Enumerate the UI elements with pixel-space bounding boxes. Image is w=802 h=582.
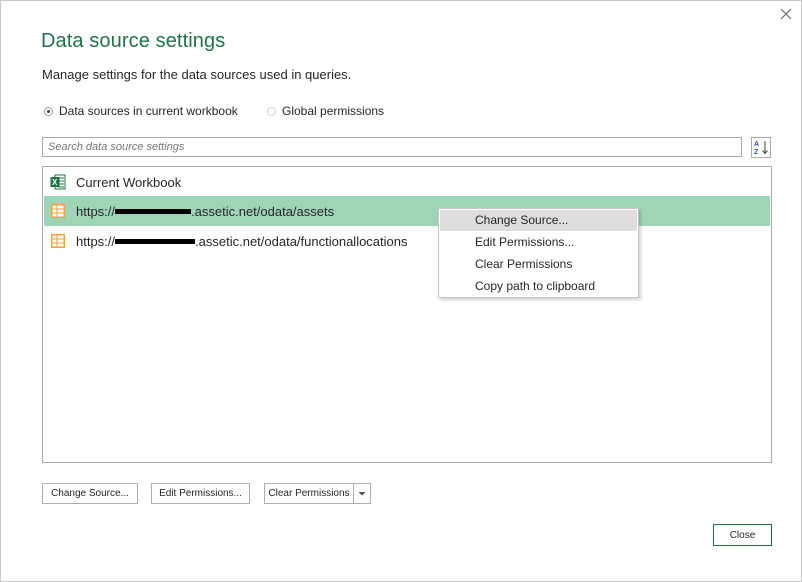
odata-feed-icon xyxy=(51,234,65,248)
sort-button[interactable]: A Z xyxy=(751,137,771,158)
context-menu-copy-path[interactable]: Copy path to clipboard xyxy=(440,276,637,297)
svg-text:X: X xyxy=(52,178,58,187)
list-item-url-suffix: .assetic.net/odata/assets xyxy=(191,203,335,219)
context-menu-edit-permissions[interactable]: Edit Permissions... xyxy=(440,232,637,253)
dialog-title: Data source settings xyxy=(41,30,226,52)
dialog-subtitle: Manage settings for the data sources use… xyxy=(42,67,352,82)
list-item-label: Current Workbook xyxy=(76,174,182,190)
list-item-url-prefix: https:// xyxy=(76,233,116,249)
odata-feed-icon xyxy=(51,204,65,218)
clear-permissions-dropdown[interactable] xyxy=(353,483,371,504)
list-item-functionallocations-feed[interactable]: https:// .assetic.net/odata/functionalloc… xyxy=(44,226,770,256)
clear-permissions-button[interactable]: Clear Permissions xyxy=(264,483,354,504)
radio-current-workbook-label: Data sources in current workbook xyxy=(59,104,238,118)
context-menu-clear-permissions[interactable]: Clear Permissions xyxy=(440,254,637,275)
data-source-list: X Current Workbook https:// .assetic.net/… xyxy=(42,166,772,463)
radio-global-permissions-label: Global permissions xyxy=(282,104,385,118)
edit-permissions-button[interactable]: Edit Permissions... xyxy=(151,483,250,504)
redacted-mark xyxy=(115,208,192,214)
radio-selected-icon[interactable] xyxy=(44,106,53,116)
context-menu: Change Source... Edit Permissions... Cle… xyxy=(438,208,639,298)
radio-global-permissions[interactable]: Global permissions xyxy=(267,104,384,118)
search-input[interactable] xyxy=(42,137,742,157)
list-item-url-suffix: .assetic.net/odata/functionallocations xyxy=(195,233,408,249)
list-item-assets-feed[interactable]: https:// .assetic.net/odata/assets xyxy=(44,196,770,226)
list-item-current-workbook[interactable]: X Current Workbook xyxy=(44,167,770,197)
close-button[interactable]: Close xyxy=(713,524,772,546)
list-item-url-prefix: https:// xyxy=(76,203,116,219)
svg-text:Z: Z xyxy=(754,149,759,156)
chevron-down-icon xyxy=(358,492,366,496)
context-menu-change-source[interactable]: Change Source... xyxy=(440,210,637,231)
sort-az-icon: A Z xyxy=(754,141,768,156)
close-icon[interactable] xyxy=(777,5,795,23)
change-source-button[interactable]: Change Source... xyxy=(42,483,138,504)
svg-text:A: A xyxy=(754,141,759,148)
radio-unselected-icon[interactable] xyxy=(267,106,276,116)
redacted-mark xyxy=(115,238,196,244)
excel-icon: X xyxy=(50,174,66,190)
data-source-settings-dialog: Data source settings Manage settings for… xyxy=(0,0,802,582)
radio-current-workbook[interactable]: Data sources in current workbook xyxy=(44,104,238,118)
